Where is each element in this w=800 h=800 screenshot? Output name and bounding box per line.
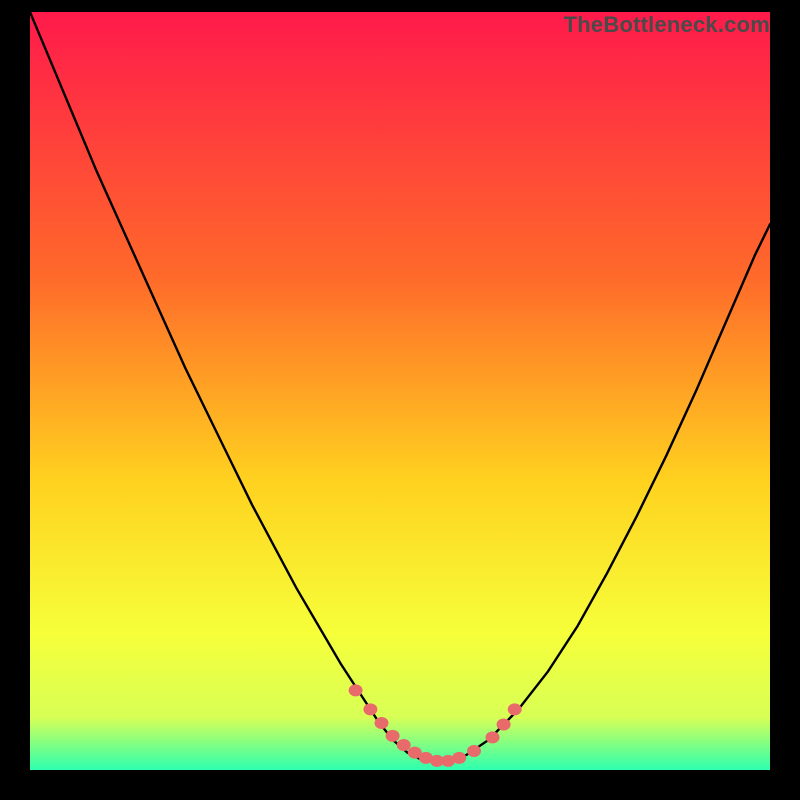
- curve-marker: [486, 731, 500, 743]
- curve-marker: [452, 752, 466, 764]
- curve-marker: [497, 719, 511, 731]
- curve-marker: [397, 739, 411, 751]
- gradient-background: [30, 12, 770, 770]
- plot-svg: [30, 12, 770, 770]
- curve-marker: [386, 730, 400, 742]
- chart-frame: TheBottleneck.com: [0, 0, 800, 800]
- curve-marker: [375, 717, 389, 729]
- curve-marker: [363, 703, 377, 715]
- curve-marker: [467, 745, 481, 757]
- watermark-text: TheBottleneck.com: [564, 12, 770, 38]
- plot-area: [30, 12, 770, 770]
- curve-marker: [349, 684, 363, 696]
- curve-marker: [508, 703, 522, 715]
